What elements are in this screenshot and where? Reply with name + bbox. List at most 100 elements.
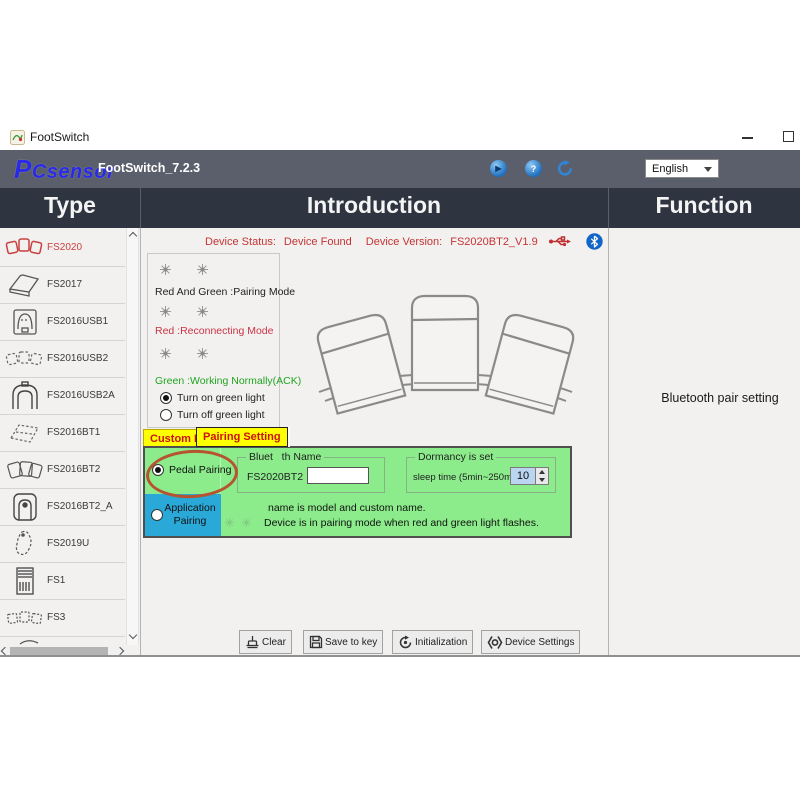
note-pairing-mode: Device is in pairing mode when red and g… (264, 517, 539, 529)
column-title-type: Type (44, 192, 96, 218)
led-icon (160, 348, 171, 359)
language-dropdown[interactable]: English (645, 159, 719, 178)
scroll-left-icon[interactable] (0, 646, 10, 656)
maximize-icon[interactable] (783, 131, 794, 142)
pairing-setting-panel: Pedal Pairing Application Pairing Bluet … (143, 446, 572, 538)
radio-turn-off-green[interactable]: Turn off green light (160, 409, 265, 421)
stepper-arrows[interactable] (536, 467, 549, 485)
arch-pedal-icon (12, 380, 38, 409)
scrollbar-thumb[interactable] (10, 647, 108, 655)
clear-button[interactable]: Clear (239, 630, 292, 654)
led-icon (225, 518, 234, 527)
column-title-function: Function (655, 192, 753, 218)
save-icon (309, 635, 323, 649)
sidebar-item-fs2016usb2a[interactable]: FS2016USB2A (0, 377, 125, 415)
chevron-down-icon (704, 167, 712, 172)
led-icon (197, 306, 208, 317)
sidebar-item-fs1[interactable]: FS1 (0, 562, 125, 600)
device-version-value: FS2020BT2_V1.9 (450, 235, 538, 248)
refresh-icon[interactable] (556, 160, 574, 177)
led-pair-working (160, 348, 208, 359)
radio-turn-on-green[interactable]: Turn on green light (160, 392, 265, 404)
led-pair-reconnect (160, 306, 208, 317)
triple-pedal-icon (5, 237, 43, 254)
sidebar-item-fs2016usb2[interactable]: FS2016USB2 (0, 340, 125, 378)
button-label: Save to key (325, 636, 378, 648)
save-to-key-button[interactable]: Save to key (303, 630, 384, 654)
radio-icon[interactable] (151, 509, 163, 521)
sidebar-vertical-scrollbar[interactable] (126, 228, 139, 645)
help-icon[interactable]: ? (525, 160, 542, 177)
sidebar-item-label: FS2016USB2 (47, 353, 109, 364)
wedge-pedal-icon (8, 273, 40, 297)
working-mode-text: Green :Working Normally(ACK) (155, 375, 302, 387)
device-status-row: Device Status: Device Found Device Versi… (205, 233, 603, 250)
initialization-button[interactable]: Initialization (392, 630, 474, 654)
column-divider (608, 188, 609, 228)
radio-icon[interactable] (160, 409, 172, 421)
device-status-label: Device Status: (205, 235, 276, 248)
radio-application-pairing[interactable]: Application Pairing (145, 494, 221, 536)
sidebar-item-fs2016bt1[interactable]: FS2016BT1 (0, 414, 125, 452)
content-divider (140, 228, 141, 656)
fanned-pedals-icon (7, 460, 43, 479)
radio-icon[interactable] (152, 464, 164, 476)
device-settings-button[interactable]: Device Settings (481, 630, 581, 654)
radio-icon[interactable] (160, 392, 172, 404)
bluetooth-name-group: Bluet th Name FS2020BT2 (237, 451, 385, 493)
sleep-time-value: 10 (510, 467, 536, 485)
radio-label: Turn off green light (177, 409, 265, 421)
sidebar-item-fs3[interactable]: FS3 (0, 599, 125, 637)
led-icon (160, 306, 171, 317)
initialization-icon (399, 635, 412, 648)
foot-pedal-illustration (316, 294, 575, 415)
app-window: FootSwitch PCsensor FootSwitch_7.2.3 ▶ ?… (0, 0, 800, 800)
sidebar-item-label: FS2020 (47, 242, 83, 253)
sidebar-item-fs2020[interactable]: FS2020 (0, 229, 125, 267)
scroll-down-icon[interactable] (128, 630, 138, 640)
bluetooth-name-input[interactable] (307, 467, 369, 484)
sleep-time-label: sleep time (5min~250min) (413, 472, 523, 483)
sidebar-item-label: FS2016BT2_A (47, 501, 113, 512)
sidebar-item-fs2016bt2-a[interactable]: FS2016BT2_A (0, 488, 125, 526)
tab-label: Pairing Setting (203, 431, 281, 443)
scroll-up-icon[interactable] (128, 231, 138, 241)
sidebar-item-fs2016usb1[interactable]: FS2016USB1 (0, 303, 125, 341)
device-status-value: Device Found (283, 235, 352, 248)
note-name: name is model and custom name. (268, 502, 426, 514)
sketch-pedal-icon (10, 423, 39, 443)
rounded-arch-icon (13, 492, 37, 521)
sidebar-item-label: FS2016USB1 (47, 316, 109, 327)
app-version: FootSwitch_7.2.3 (98, 161, 201, 175)
tab-pairing-setting[interactable]: Pairing Setting (196, 427, 288, 447)
sidebar-item-fs2017[interactable]: FS2017 (0, 266, 125, 304)
led-icon (197, 264, 208, 275)
reconnect-mode-text: Red :Reconnecting Mode (155, 325, 274, 337)
content-area: FS2020 FS2017 FS2016USB1 FS2016USB2 FS20… (0, 228, 800, 656)
dormancy-group-title: Dormancy is set (415, 451, 497, 463)
scroll-right-icon[interactable] (115, 646, 125, 656)
bluetooth-icon (585, 233, 603, 250)
window-bottom-border (0, 655, 800, 657)
bar-pedal-icon (16, 566, 34, 595)
bluetooth-name-value: FS2020BT2 (247, 471, 304, 483)
app-logo-icon (10, 130, 25, 145)
radio-label: Application Pairing (164, 501, 216, 527)
window-titlebar: FootSwitch (0, 124, 800, 150)
radio-pedal-pairing[interactable]: Pedal Pairing (152, 464, 231, 476)
sidebar-item-fs2016bt2[interactable]: FS2016BT2 (0, 451, 125, 489)
partial-device-icon (19, 640, 39, 645)
minimize-icon[interactable] (742, 137, 753, 139)
pairing-mode-text: Red And Green :Pairing Mode (155, 286, 296, 298)
play-icon[interactable]: ▶ (490, 160, 507, 177)
led-pair-small (225, 518, 251, 527)
sidebar-item-fs2019u[interactable]: FS2019U (0, 525, 125, 563)
pod-pedal-icon (15, 530, 32, 555)
sidebar-item-label: FS2016BT2 (47, 464, 101, 475)
language-value: English (652, 162, 689, 175)
stepper-down-icon[interactable] (539, 478, 545, 482)
column-header-bar: Type Introduction Function (0, 188, 800, 228)
column-title-introduction: Introduction (306, 192, 442, 218)
sleep-time-stepper[interactable]: 10 (510, 467, 549, 485)
stepper-up-icon[interactable] (539, 470, 545, 474)
